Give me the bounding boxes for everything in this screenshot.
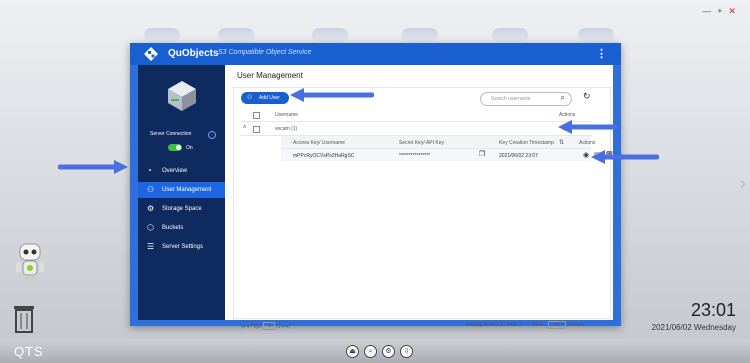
last-page-icon[interactable]: ▸| [286, 323, 290, 329]
clock-time: 23:01 [690, 300, 736, 320]
search-icon[interactable]: ⌕ [561, 93, 565, 103]
pagination-bar: |◂ ◂ Page 1 /1 ▸ ▸| Display item: 1-1, T… [241, 321, 591, 332]
sidebar-item-label: User Management [162, 187, 212, 193]
desktop-shortcut[interactable] [402, 28, 438, 42]
sidebar-item-user-management[interactable]: ⚇ User Management [138, 182, 225, 198]
eject-icon[interactable]: ⏏ [346, 345, 359, 358]
row-checkbox[interactable] [253, 126, 260, 133]
search-input[interactable]: Search username ⌕ [480, 92, 572, 106]
storage-icon: ⚙ [147, 204, 155, 213]
items-label: Item(s) [568, 322, 584, 328]
annotation-arrow [558, 120, 618, 134]
column-header-key-actions: Actions [579, 140, 596, 146]
gear-icon[interactable]: ⚙ [382, 345, 395, 358]
key-row[interactable]: mPPcRyOCVsPo2HaRgSC **************** ❐ 2… [281, 149, 614, 161]
taskbar-dock: ⏏ ⌕ ⚙ ⇩ [346, 345, 413, 358]
server-connection-label: Server Connection [150, 131, 192, 137]
desktop-shortcut[interactable] [578, 28, 614, 42]
refresh-icon[interactable]: ↻ [583, 91, 591, 102]
sidebar-item-buckets[interactable]: ⬡ Buckets [138, 220, 225, 236]
trash-icon[interactable] [12, 303, 36, 333]
timestamp-cell: 2021/06/02 23:07 [499, 153, 538, 159]
add-user-icon: ⚇ [247, 95, 253, 101]
server-icon [168, 81, 196, 111]
app-title: QuObjects [168, 48, 219, 59]
info-icon[interactable]: i [208, 131, 216, 139]
close-icon[interactable]: ✕ [728, 6, 742, 16]
brand-logo: QTS [14, 344, 44, 359]
server-icon: ☰ [147, 242, 155, 251]
add-icon[interactable]: + [717, 6, 728, 16]
page-total: /1 [276, 323, 281, 330]
table-header-row: Username Actions [241, 109, 591, 122]
display-count: Display item: 1-1, Total: 1 [466, 322, 523, 328]
column-header-actions: Actions [559, 112, 576, 118]
annotation-arrow [290, 88, 374, 102]
copy-icon[interactable]: ❐ [479, 150, 485, 158]
add-user-label: Add User [259, 95, 280, 101]
desktop-shortcut[interactable] [312, 28, 348, 42]
sidebar-item-label: Server Settings [162, 244, 204, 250]
annotation-arrow [591, 150, 659, 164]
sort-icon[interactable]: ⇅ [559, 139, 564, 146]
download-icon[interactable]: ⇩ [400, 345, 413, 358]
sidebar: Server Connection i On ◔ Overview ⚇ User… [138, 65, 225, 320]
main-content: User Management ⚇ Add User Search userna… [225, 65, 614, 330]
add-user-button[interactable]: ⚇ Add User [241, 92, 289, 104]
eye-icon[interactable]: ◉ [583, 151, 589, 159]
app-subtitle: S3 Compatible Object Service [218, 49, 312, 56]
show-label: Show [531, 322, 544, 328]
sidebar-item-storage-space[interactable]: ⚙ Storage Space [138, 201, 225, 217]
column-header-timestamp: Key Creation Timestamp [499, 140, 554, 146]
quobjects-window: QuObjects S3 Compatible Object Service ⋮… [130, 43, 621, 330]
page-label: Page [250, 323, 262, 330]
items-per-page-select[interactable]: 10 [548, 321, 566, 329]
more-options-icon[interactable]: ⋮ [596, 47, 607, 60]
sidebar-item-label: Buckets [162, 225, 184, 231]
sidebar-item-overview[interactable]: ◔ Overview [138, 163, 225, 179]
next-page-icon[interactable]: ▸ [282, 323, 285, 329]
users-icon: ⚇ [147, 185, 155, 194]
toggle-status-label: On [186, 145, 193, 151]
robot-assistant-icon[interactable] [12, 240, 48, 284]
first-page-icon[interactable]: |◂ [241, 323, 245, 329]
column-header-username: Username [275, 112, 299, 118]
page-input[interactable]: 1 [263, 322, 276, 330]
sidebar-item-server-settings[interactable]: ☰ Server Settings [138, 239, 225, 255]
window-controls: —+✕ [702, 6, 742, 17]
gauge-icon: ◔ [147, 166, 152, 175]
search-icon[interactable]: ⌕ [364, 345, 377, 358]
desktop-shortcut[interactable] [218, 28, 254, 42]
key-table-header: Access Key/ Username Secret Key/ API Key… [281, 136, 595, 149]
page-title: User Management [237, 71, 303, 80]
taskbar: ⏏ ⌕ ⚙ ⇩ [0, 339, 750, 363]
select-all-checkbox[interactable] [253, 112, 260, 119]
search-placeholder: Search username [491, 96, 531, 102]
secret-key-cell: **************** [399, 153, 431, 159]
prev-page-icon[interactable]: ◂ [246, 323, 249, 329]
chevron-up-icon[interactable]: ˄ [243, 125, 247, 131]
clock-date: 2021/06/02 Wednesday [651, 323, 736, 332]
chevron-right-icon[interactable]: › [740, 173, 746, 194]
column-header-secret-key: Secret Key/ API Key [399, 140, 445, 146]
bucket-icon: ⬡ [147, 223, 154, 232]
desktop-top-shortcuts [0, 28, 750, 42]
column-header-access-key: Access Key/ Username [293, 140, 345, 146]
annotation-arrow [58, 160, 128, 174]
sidebar-item-label: Storage Space [162, 206, 202, 212]
table-row[interactable]: ˄ vecam (1) ⚇ [241, 123, 591, 136]
app-header: QuObjects S3 Compatible Object Service ⋮ [130, 43, 621, 65]
desktop-shortcut[interactable] [492, 28, 528, 42]
username-cell: vecam (1) [275, 126, 298, 132]
desktop-shortcut[interactable] [144, 28, 180, 42]
sidebar-item-label: Overview [162, 168, 188, 174]
access-key-cell: mPPcRyOCVsPo2HaRgSC [293, 153, 355, 159]
server-connection-toggle[interactable] [168, 144, 182, 151]
minimize-icon[interactable]: — [702, 6, 717, 16]
quobjects-logo-icon [144, 47, 158, 61]
